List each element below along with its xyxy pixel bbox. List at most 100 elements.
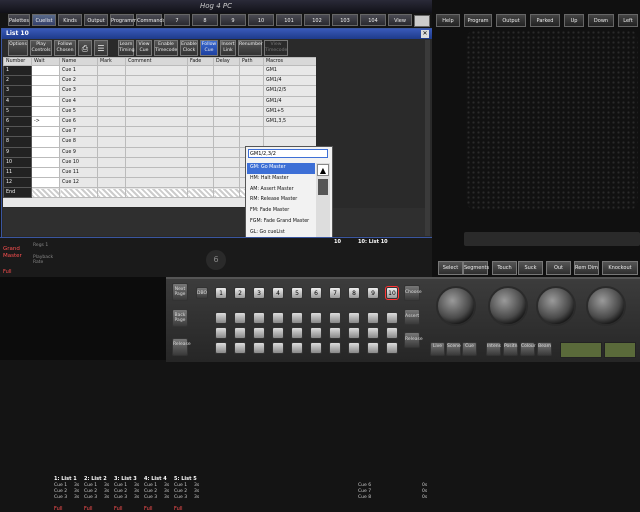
fade-cell[interactable] (187, 156, 214, 168)
parked-button[interactable]: Parked (530, 14, 560, 27)
fade-cell[interactable] (187, 85, 214, 97)
toolbar-button-6[interactable]: View Cue (136, 40, 152, 56)
encoder-wheel[interactable] (488, 286, 528, 326)
top-tab-1[interactable]: Cuelist (32, 14, 56, 26)
mark-cell[interactable] (97, 156, 126, 168)
playback-list-name[interactable]: 1: List 1 (54, 476, 77, 482)
fade-cell[interactable] (187, 146, 214, 158)
table-row[interactable]: 3 Cue 3 GM1/2/5 (3, 85, 316, 97)
playback-key[interactable] (253, 327, 265, 339)
name-cell[interactable]: Cue 5 (59, 105, 98, 117)
name-cell[interactable] (59, 187, 98, 199)
playback-key[interactable] (329, 312, 341, 324)
number-key[interactable]: 5 (291, 287, 303, 299)
fade-cell[interactable] (187, 105, 214, 117)
delay-cell[interactable] (213, 166, 240, 179)
delay-cell[interactable] (213, 95, 240, 107)
mark-cell[interactable] (97, 166, 126, 179)
row-number[interactable]: 10 (3, 156, 32, 168)
bottom-console-key[interactable]: Colour (520, 342, 536, 356)
toolbar-button-7[interactable]: Enable Timecode (154, 40, 178, 56)
bottom-console-key[interactable]: Beam (537, 342, 552, 356)
mark-cell[interactable] (97, 146, 126, 158)
encoder-wheel[interactable] (436, 286, 476, 326)
wait-cell[interactable] (31, 85, 60, 97)
playback-key[interactable] (367, 312, 379, 324)
mark-cell[interactable] (97, 105, 126, 117)
number-key[interactable]: 1 (215, 287, 227, 299)
playback-key[interactable] (253, 312, 265, 324)
playback-key[interactable] (386, 342, 398, 354)
keyboard-icon[interactable] (414, 15, 430, 27)
wait-cell[interactable] (31, 177, 60, 189)
bottom-console-key[interactable]: Intens (486, 342, 501, 356)
number-key[interactable]: 6 (310, 287, 322, 299)
row-number[interactable]: End (3, 187, 32, 199)
left-button[interactable]: Left (618, 14, 638, 27)
bottom-console-key[interactable]: Live (430, 342, 445, 356)
name-cell[interactable]: Cue 9 (59, 146, 98, 158)
fade-cell[interactable] (187, 115, 214, 128)
wait-cell[interactable]: -> (31, 115, 60, 128)
name-cell[interactable]: Cue 8 (59, 136, 98, 148)
playback-key[interactable] (310, 312, 322, 324)
top-tab-6[interactable]: 7 (164, 14, 190, 26)
output-button[interactable]: Output (496, 14, 526, 27)
path-cell[interactable] (239, 75, 264, 87)
top-tab-0[interactable]: Palettes (8, 14, 30, 26)
wait-cell[interactable] (31, 95, 60, 107)
print-icon[interactable]: ⎙ (78, 40, 92, 56)
list-view-icon[interactable]: ☰ (94, 40, 108, 56)
bottom-console-key[interactable]: Cue (462, 342, 477, 356)
list-window-titlebar[interactable]: List 10 ✕ (2, 29, 432, 39)
delay-cell[interactable] (213, 177, 240, 189)
number-key[interactable]: 9 (367, 287, 379, 299)
comment-cell[interactable] (125, 126, 188, 138)
number-key[interactable]: 4 (272, 287, 284, 299)
row-number[interactable]: 8 (3, 136, 32, 148)
top-tab-8[interactable]: 9 (220, 14, 246, 26)
path-cell[interactable] (239, 126, 264, 138)
comment-cell[interactable] (125, 85, 188, 97)
playback-key[interactable] (291, 342, 303, 354)
top-tab-9[interactable]: 10 (248, 14, 274, 26)
toolbar-button-11[interactable]: Renumber (238, 40, 263, 56)
fade-cell[interactable] (187, 136, 214, 148)
macro-input[interactable] (248, 149, 328, 158)
comment-cell[interactable] (125, 156, 188, 168)
playback-list-name[interactable]: 3: List 3 (114, 476, 137, 482)
row-number[interactable]: 7 (3, 126, 32, 138)
delay-cell[interactable] (213, 187, 240, 199)
playback-key[interactable] (234, 342, 246, 354)
wait-cell[interactable] (31, 75, 60, 87)
comment-cell[interactable] (125, 75, 188, 87)
playback-list-name[interactable]: 5: List 5 (174, 476, 197, 482)
name-cell[interactable]: Cue 12 (59, 177, 98, 189)
wait-cell[interactable] (31, 64, 60, 77)
playback-key[interactable] (291, 327, 303, 339)
playback-key[interactable] (272, 312, 284, 324)
wait-cell[interactable] (31, 187, 60, 199)
choose-key[interactable]: Choose (404, 285, 422, 301)
program-button[interactable]: Program (464, 14, 492, 27)
top-tab-14[interactable]: View (388, 14, 412, 26)
name-cell[interactable]: Cue 1 (59, 64, 98, 77)
comment-cell[interactable] (125, 64, 188, 77)
delay-cell[interactable] (213, 156, 240, 168)
number-key[interactable]: 7 (329, 287, 341, 299)
path-cell[interactable] (239, 115, 264, 128)
top-tab-4[interactable]: Programmer (110, 14, 142, 26)
top-tab-7[interactable]: 8 (192, 14, 218, 26)
playback-key[interactable] (234, 312, 246, 324)
mark-cell[interactable] (97, 187, 126, 199)
list-scrollbar[interactable] (425, 40, 430, 236)
comment-cell[interactable] (125, 166, 188, 179)
comment-cell[interactable] (125, 177, 188, 189)
comment-cell[interactable] (125, 105, 188, 117)
top-tab-10[interactable]: 101 (276, 14, 302, 26)
toolbar-button-5[interactable]: Learn Timing (118, 40, 135, 56)
name-cell[interactable]: Cue 4 (59, 95, 98, 107)
mark-cell[interactable] (97, 85, 126, 97)
playback-key[interactable] (329, 327, 341, 339)
playback-key[interactable] (253, 342, 265, 354)
